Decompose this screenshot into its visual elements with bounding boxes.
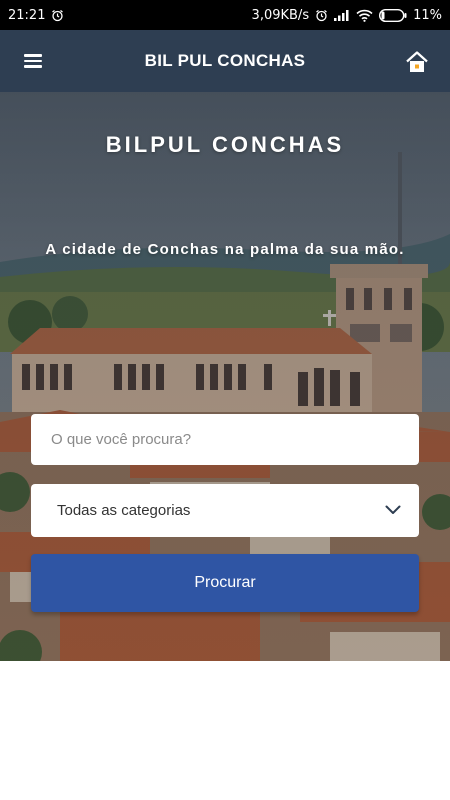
home-icon[interactable] — [404, 49, 430, 75]
search-button[interactable]: Procurar — [31, 554, 419, 612]
chevron-down-icon — [385, 502, 401, 520]
search-input[interactable] — [31, 414, 419, 465]
status-bar: 21:21 3,09KB/s 11% — [0, 0, 450, 30]
hero-subtitle: A cidade de Conchas na palma da sua mão. — [45, 241, 405, 258]
category-select[interactable]: Todas as categorias — [31, 484, 419, 537]
app-title: BIL PUL CONCHAS — [144, 51, 306, 70]
wifi-icon — [356, 9, 373, 22]
hamburger-menu-icon[interactable] — [24, 49, 48, 73]
signal-icon — [334, 9, 350, 21]
status-left: 21:21 — [8, 8, 64, 23]
battery-icon — [379, 8, 407, 22]
network-speed: 3,09KB/s — [251, 7, 310, 23]
battery-level: 11% — [413, 7, 442, 23]
category-selected-value: Todas as categorias — [57, 502, 191, 519]
hero-title: BILPUL CONCHAS — [105, 132, 345, 157]
hero-section: BILPUL CONCHAS A cidade de Conchas na pa… — [0, 92, 450, 661]
status-time: 21:21 — [8, 7, 46, 23]
alarm-icon — [51, 9, 64, 22]
status-right: 3,09KB/s 11% — [252, 8, 442, 23]
app-bar: BIL PUL CONCHAS — [0, 30, 450, 92]
alarm-icon — [315, 9, 328, 22]
